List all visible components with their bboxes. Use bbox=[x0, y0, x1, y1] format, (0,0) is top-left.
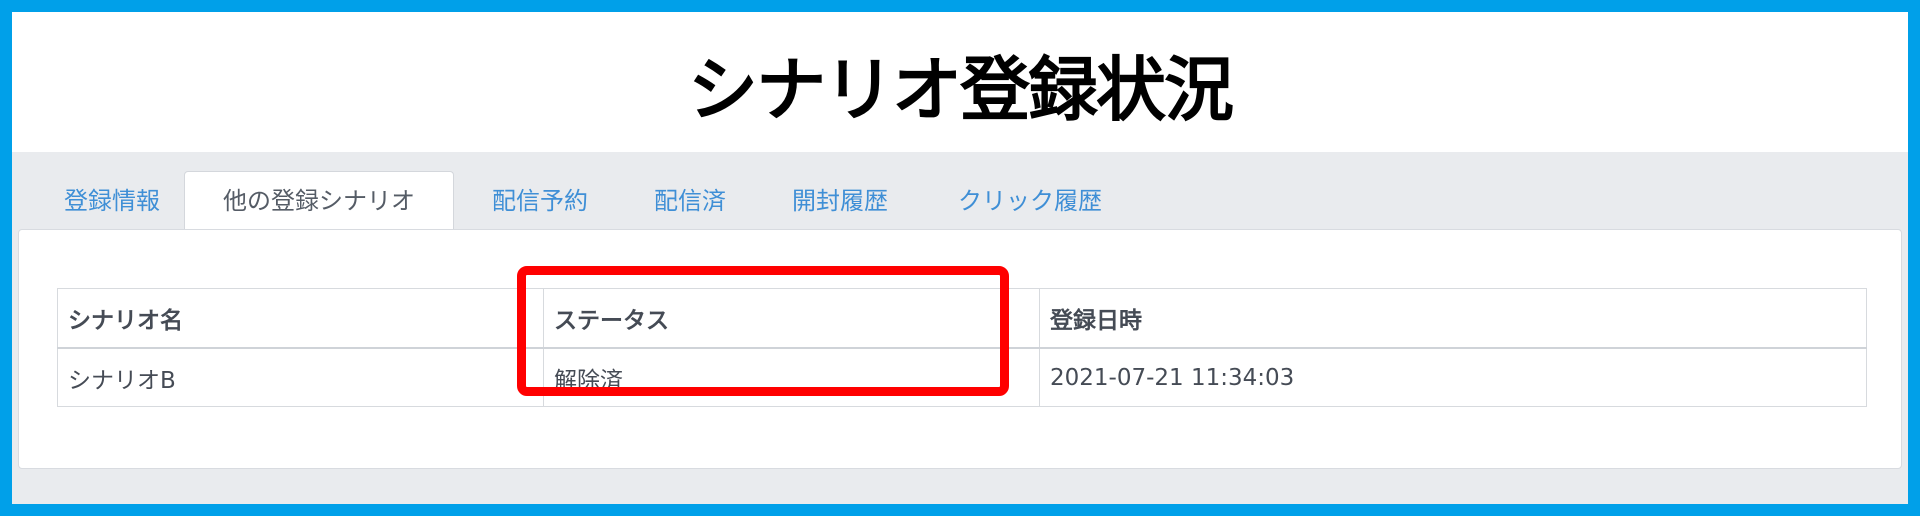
table-row: シナリオB 解除済 2021-07-21 11:34:03 bbox=[57, 347, 1867, 407]
column-header-registered-at: 登録日時 bbox=[1039, 288, 1867, 349]
screenshot-frame: シナリオ登録状況 登録情報 他の登録シナリオ 配信予約 配信済 開封履歴 クリッ… bbox=[12, 12, 1908, 504]
cell-scenario-name: シナリオB bbox=[57, 347, 544, 407]
table-header-row: シナリオ名 ステータス 登録日時 bbox=[57, 288, 1867, 349]
cell-registered-at: 2021-07-21 11:34:03 bbox=[1039, 347, 1867, 407]
title-area: シナリオ登録状況 bbox=[12, 12, 1908, 152]
tab-content-panel: シナリオ名 ステータス 登録日時 シナリオB 解除済 2021-07-21 11… bbox=[18, 229, 1902, 469]
column-header-scenario-name: シナリオ名 bbox=[57, 288, 544, 349]
cell-status: 解除済 bbox=[543, 347, 1040, 407]
page-title: シナリオ登録状況 bbox=[688, 49, 1234, 131]
scenario-table: シナリオ名 ステータス 登録日時 シナリオB 解除済 2021-07-21 11… bbox=[57, 288, 1867, 407]
column-header-status: ステータス bbox=[543, 288, 1040, 349]
